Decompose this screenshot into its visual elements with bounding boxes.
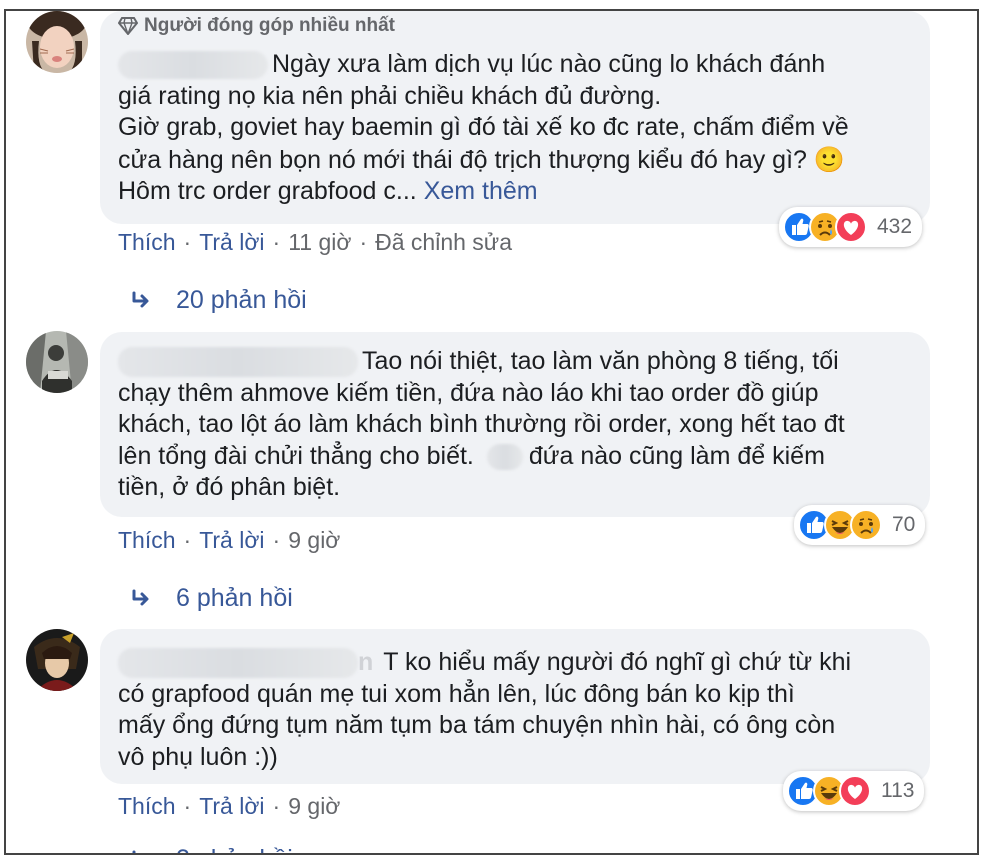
reply-button[interactable]: Trả lời (199, 527, 264, 554)
timestamp[interactable]: 9 giờ (288, 793, 340, 820)
comment-line: Tao nói thiệt, tao làm văn phòng 8 tiếng… (118, 346, 918, 378)
reaction-icons (787, 775, 865, 807)
comment-line: Giờ grab, goviet hay baemin gì đó tài xế… (118, 113, 849, 141)
love-reaction-icon (839, 775, 871, 807)
comment-line: vô phụ luôn :)) (118, 742, 278, 771)
comment-line: n T ko hiểu mấy người đó nghĩ gì chứ từ k… (118, 647, 918, 679)
comment-line: chạy thêm ahmove kiếm tiền, đứa nào láo … (118, 378, 819, 407)
separator: · (183, 229, 192, 255)
comment-actions: Thích · Trả lời · 9 giờ (118, 793, 340, 820)
comment-line-text: Tao nói thiệt, tao làm văn phòng 8 tiếng… (362, 347, 839, 375)
separator: · (272, 229, 281, 255)
comment-line-text: đứa nào cũng làm để kiếm (528, 441, 825, 470)
comment-line-text: lên tổng đài chửi thẳng cho biết. (118, 441, 474, 470)
view-replies-link[interactable]: 2 phản hồi (130, 845, 293, 856)
reply-arrow-icon (130, 289, 154, 313)
blurred-word (486, 443, 523, 470)
reply-button[interactable]: Trả lời (199, 793, 264, 820)
reactions-summary[interactable]: 113 (783, 771, 925, 811)
comment-line: khách, tao lột áo làm khách bình thường … (118, 410, 845, 438)
blurred-author-name[interactable] (118, 648, 358, 679)
comments-panel: Người đóng góp nhiều nhất Ngày xưa làm d… (4, 9, 979, 855)
separator: · (359, 229, 368, 255)
reactions-summary[interactable]: 432 (779, 207, 923, 247)
badge-label: Người đóng góp nhiều nhất (144, 15, 395, 36)
comment-line: Ngày xưa làm dịch vụ lúc nào cũng lo khá… (118, 49, 918, 81)
comment-line: mấy ổng đứng tụm năm tụm ba tám chuyện n… (118, 711, 836, 739)
comment-line: lên tổng đài chửi thẳng cho biết. đứa nà… (118, 441, 918, 473)
sad-reaction-icon (850, 509, 882, 541)
like-button[interactable]: Thích (118, 527, 176, 554)
comment-line-text: Hôm trc order grabfood c... (118, 177, 417, 205)
reply-button[interactable]: Trả lời (199, 229, 264, 256)
comment-line: tiền, ở đó phân biệt. (118, 473, 341, 501)
comment-line: cửa hàng nên bọn nó mới thái độ trịch th… (118, 144, 918, 177)
reply-arrow-icon (130, 587, 154, 611)
separator: · (272, 793, 281, 819)
top-contributor-badge: Người đóng góp nhiều nhất (118, 15, 395, 37)
comment-bubble: n T ko hiểu mấy người đó nghĩ gì chứ từ k… (100, 629, 930, 784)
timestamp[interactable]: 9 giờ (288, 527, 340, 554)
separator: · (272, 527, 281, 553)
comment-line-text: cửa hàng nên bọn nó mới thái độ trịch th… (118, 145, 807, 174)
comment-line: giá rating nọ kia nên phải chiều khách đ… (118, 81, 662, 110)
comment-bubble: Tao nói thiệt, tao làm văn phòng 8 tiếng… (100, 332, 930, 517)
see-more-link[interactable]: Xem thêm (424, 177, 538, 205)
commenter-avatar[interactable] (26, 11, 88, 73)
edited-label[interactable]: Đã chỉnh sửa (375, 229, 512, 256)
like-button[interactable]: Thích (118, 229, 176, 256)
smile-emoji: 🙂 (813, 144, 846, 174)
blurred-author-name[interactable] (118, 347, 358, 378)
view-replies-link[interactable]: 6 phản hồi (130, 584, 293, 613)
diamond-icon (118, 17, 138, 35)
reactions-summary[interactable]: 70 (794, 505, 926, 545)
comment-actions: Thích · Trả lời · 11 giờ · Đã chỉnh sửa (118, 229, 512, 256)
like-button[interactable]: Thích (118, 793, 176, 820)
reaction-icons (798, 509, 876, 541)
reply-arrow-icon (130, 848, 154, 856)
author-name-tail[interactable]: n (358, 648, 373, 676)
comment-line: Hôm trc order grabfood c... Xem thêm (118, 176, 918, 208)
reaction-count: 113 (881, 779, 915, 802)
commenter-avatar[interactable] (26, 629, 88, 691)
replies-count-label: 20 phản hồi (176, 286, 307, 314)
comment-line-text: T ko hiểu mấy người đó nghĩ gì chứ từ kh… (383, 648, 852, 676)
comment-text: Tao nói thiệt, tao làm văn phòng 8 tiếng… (118, 346, 918, 504)
comment-line: có grapfood quán mẹ tui xom hẳn lên, lúc… (118, 679, 795, 708)
reaction-icons (783, 211, 861, 243)
comment-bubble: Người đóng góp nhiều nhất Ngày xưa làm d… (100, 11, 930, 224)
comment-text: n T ko hiểu mấy người đó nghĩ gì chứ từ k… (118, 647, 918, 773)
commenter-avatar[interactable] (26, 331, 88, 393)
replies-count-label: 6 phản hồi (176, 584, 293, 612)
comment-line-text: Ngày xưa làm dịch vụ lúc nào cũng lo khá… (272, 50, 826, 78)
separator: · (183, 527, 192, 553)
replies-count-label: 2 phản hồi (176, 845, 293, 853)
reaction-count: 432 (877, 215, 913, 238)
love-reaction-icon (835, 211, 867, 243)
timestamp[interactable]: 11 giờ (288, 229, 351, 256)
comment-actions: Thích · Trả lời · 9 giờ (118, 527, 340, 554)
reaction-count: 70 (892, 513, 916, 536)
separator: · (183, 793, 192, 819)
comment-text: Ngày xưa làm dịch vụ lúc nào cũng lo khá… (118, 49, 918, 208)
view-replies-link[interactable]: 20 phản hồi (130, 286, 307, 315)
blurred-author-name[interactable] (118, 51, 268, 80)
